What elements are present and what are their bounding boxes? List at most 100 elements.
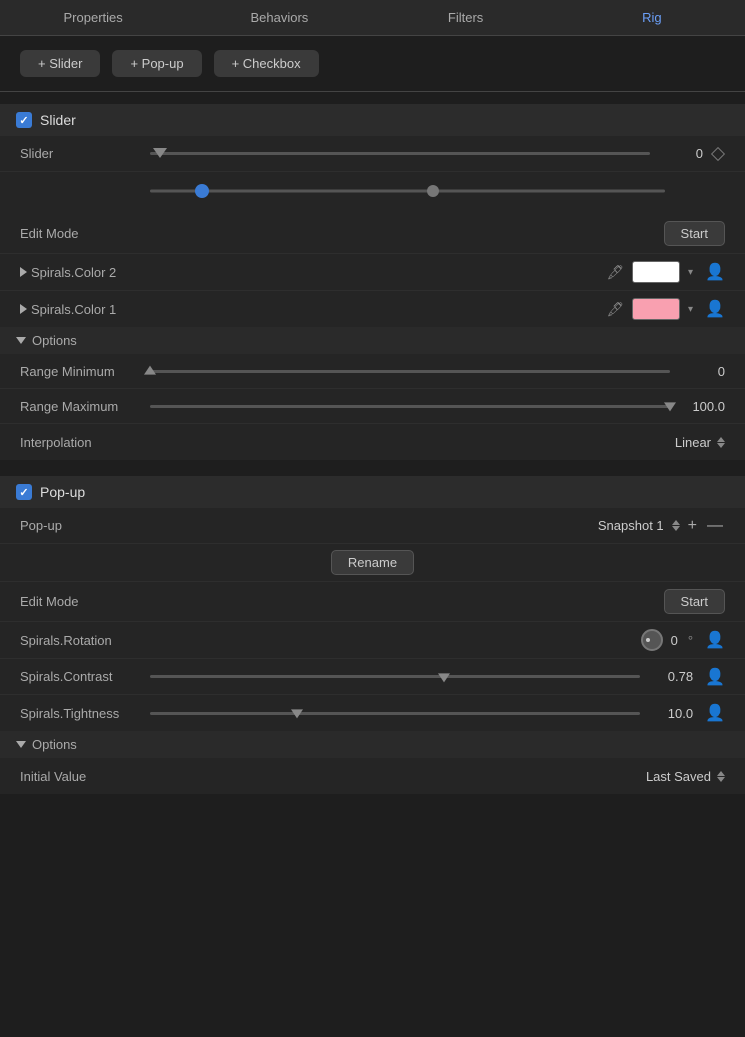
spirals-color1-content: 🖋 ▾ 👤 (150, 298, 725, 320)
rename-button[interactable]: Rename (331, 550, 414, 575)
dual-slider-track[interactable] (150, 176, 665, 206)
popup-options-body: Initial Value Last Saved (0, 758, 745, 794)
color1-chevron-icon[interactable]: ▾ (688, 304, 693, 315)
interpolation-stepper[interactable] (717, 437, 725, 448)
spirals-color1-row: Spirals.Color 1 🖋 ▾ 👤 (0, 291, 745, 327)
interpolation-select[interactable]: Linear (675, 435, 725, 450)
initial-value-label: Initial Value (20, 769, 150, 784)
edit-mode-popup-content: Start (150, 589, 725, 614)
color1-swatch[interactable] (632, 298, 680, 320)
popup-options-title: Options (32, 737, 77, 752)
slider-main-row: Slider 0 (0, 136, 745, 172)
snapshot-stepper[interactable] (672, 520, 680, 531)
slider-options-header[interactable]: Options (0, 327, 745, 354)
spirals-color2-row: Spirals.Color 2 🖋 ▾ 👤 (0, 254, 745, 291)
popup-options-header[interactable]: Options (0, 731, 745, 758)
popup-add-icon[interactable]: + (686, 517, 699, 535)
tab-properties[interactable]: Properties (0, 0, 186, 35)
initial-value-stepper[interactable] (717, 771, 725, 782)
expand-color1-arrow[interactable] (20, 304, 27, 314)
spirals-rotation-content: 0 ° 👤 (150, 629, 725, 651)
color2-chevron-icon[interactable]: ▾ (688, 267, 693, 278)
slider-section-header: Slider (0, 104, 745, 136)
spirals-contrast-row: Spirals.Contrast 0.78 👤 (0, 659, 745, 695)
popup-checkbox[interactable] (16, 484, 32, 500)
interpolation-content: Linear (150, 435, 725, 450)
spirals-contrast-content: 0.78 👤 (150, 667, 725, 687)
spirals-color1-label: Spirals.Color 1 (31, 302, 116, 317)
spirals-contrast-label: Spirals.Contrast (20, 669, 150, 684)
rotation-value: 0 (671, 633, 678, 648)
person-color2-icon: 👤 (705, 262, 725, 282)
popup-value-group: Snapshot 1 + — (598, 517, 725, 535)
popup-remove-icon[interactable]: — (705, 517, 725, 535)
edit-mode-slider-start-button[interactable]: Start (664, 221, 725, 246)
contrast-slider-track[interactable] (150, 667, 640, 687)
slider-options-title: Options (32, 333, 77, 348)
edit-mode-slider-label: Edit Mode (20, 226, 150, 241)
slider-handle-blue[interactable] (195, 184, 209, 198)
slider-section-title: Slider (40, 112, 76, 128)
popup-options-arrow (16, 741, 26, 748)
initial-value-content: Last Saved (150, 769, 725, 784)
interpolation-row: Interpolation Linear (0, 424, 745, 460)
initial-value-value: Last Saved (646, 769, 711, 784)
popup-section-body: Pop-up Snapshot 1 + — Rename Edit Mode S… (0, 508, 745, 731)
tab-bar: Properties Behaviors Filters Rig (0, 0, 745, 36)
rotation-unit: ° (688, 633, 693, 648)
edit-mode-slider-content: Start (150, 221, 725, 246)
edit-mode-popup-label: Edit Mode (20, 594, 150, 609)
popup-main-content: Snapshot 1 + — (150, 517, 725, 535)
slider-options-body: Range Minimum 0 Range Maximum 100.0 Inte… (0, 354, 745, 460)
range-min-slider[interactable] (150, 361, 670, 381)
eyedropper-color1-icon[interactable]: 🖋 (606, 301, 624, 318)
slider-handle-gray[interactable] (427, 185, 439, 197)
range-max-label: Range Maximum (20, 399, 150, 414)
interpolation-label: Interpolation (20, 435, 150, 450)
edit-mode-popup-start-button[interactable]: Start (664, 589, 725, 614)
tab-rig[interactable]: Rig (559, 0, 745, 35)
person-color1-icon: 👤 (705, 299, 725, 319)
popup-section-title: Pop-up (40, 484, 85, 500)
edit-mode-slider-row: Edit Mode Start (0, 214, 745, 254)
popup-section-header: Pop-up (0, 476, 745, 508)
spirals-tightness-label: Spirals.Tightness (20, 706, 150, 721)
separator (0, 91, 745, 92)
spirals-tightness-content: 10.0 👤 (150, 703, 725, 723)
add-popup-button[interactable]: + Pop-up (112, 50, 201, 77)
range-max-slider[interactable] (150, 396, 670, 416)
expand-color2-arrow[interactable] (20, 267, 27, 277)
eyedropper-color2-icon[interactable]: 🖋 (606, 264, 624, 281)
popup-main-row: Pop-up Snapshot 1 + — (0, 508, 745, 544)
tab-filters[interactable]: Filters (373, 0, 559, 35)
tightness-slider-track[interactable] (150, 703, 640, 723)
color2-swatch[interactable] (632, 261, 680, 283)
diamond-icon (711, 147, 725, 161)
person-tightness-icon: 👤 (705, 703, 725, 723)
range-min-value: 0 (670, 364, 725, 379)
initial-value-select[interactable]: Last Saved (646, 769, 725, 784)
rotation-knob[interactable] (641, 629, 663, 651)
tightness-value: 10.0 (648, 706, 693, 721)
slider-value: 0 (658, 146, 703, 161)
add-slider-button[interactable]: + Slider (20, 50, 100, 77)
person-contrast-icon: 👤 (705, 667, 725, 687)
range-min-label: Range Minimum (20, 364, 150, 379)
person-rotation-icon: 👤 (705, 630, 725, 650)
interpolation-value: Linear (675, 435, 711, 450)
spirals-rotation-label: Spirals.Rotation (20, 633, 150, 648)
snapshot-label: Snapshot 1 (598, 518, 664, 533)
dual-slider-row (0, 172, 745, 214)
add-buttons-row: + Slider + Pop-up + Checkbox (0, 36, 745, 91)
contrast-value: 0.78 (648, 669, 693, 684)
slider-track[interactable] (150, 144, 650, 164)
section-gap-1 (0, 460, 745, 476)
slider-checkbox[interactable] (16, 112, 32, 128)
add-checkbox-button[interactable]: + Checkbox (214, 50, 319, 77)
spirals-color2-label: Spirals.Color 2 (31, 265, 116, 280)
slider-label: Slider (20, 146, 150, 161)
tab-behaviors[interactable]: Behaviors (186, 0, 372, 35)
spirals-color2-content: 🖋 ▾ 👤 (150, 261, 725, 283)
popup-label: Pop-up (20, 518, 150, 533)
range-max-row: Range Maximum 100.0 (0, 389, 745, 424)
